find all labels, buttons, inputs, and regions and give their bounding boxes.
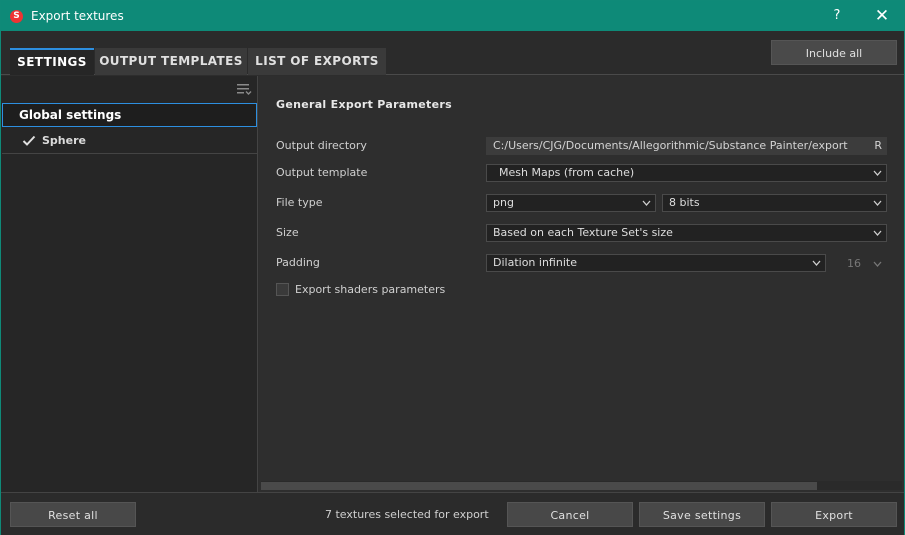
global-settings-item[interactable]: Global settings <box>2 103 257 127</box>
tab-list-of-exports[interactable]: LIST OF EXPORTS <box>248 48 386 75</box>
reset-all-button[interactable]: Reset all <box>10 502 136 527</box>
padding-distance-value[interactable]: 16 <box>847 257 861 270</box>
app-icon-letter: S <box>13 11 20 21</box>
file-format-select[interactable]: png <box>486 194 656 212</box>
texture-set-item-sphere[interactable]: Sphere <box>2 128 257 154</box>
close-button[interactable]: ✕ <box>871 5 893 27</box>
bit-depth-select[interactable]: 8 bits <box>662 194 887 212</box>
export-shaders-label: Export shaders parameters <box>295 283 446 296</box>
footer-bar: Reset all 7 textures selected for export… <box>1 492 904 535</box>
output-directory-value: C:/Users/CJG/Documents/Allegorithmic/Sub… <box>493 139 848 152</box>
global-settings-label: Global settings <box>19 108 122 122</box>
export-textures-window: S Export textures ? ✕ SETTINGS OUTPUT TE… <box>0 0 905 535</box>
check-icon[interactable] <box>22 135 36 147</box>
output-template-select[interactable]: Mesh Maps (from cache) <box>486 164 887 182</box>
chevron-down-icon <box>873 200 882 206</box>
tab-settings[interactable]: SETTINGS <box>10 48 94 75</box>
horizontal-scrollbar-thumb[interactable] <box>261 482 817 490</box>
substance-painter-icon: S <box>10 10 23 23</box>
tab-strip: SETTINGS OUTPUT TEMPLATES LIST OF EXPORT… <box>1 31 904 75</box>
export-button[interactable]: Export <box>771 502 897 527</box>
save-settings-button[interactable]: Save settings <box>639 502 765 527</box>
section-title: General Export Parameters <box>276 98 452 111</box>
size-select[interactable]: Based on each Texture Set's size <box>486 224 887 242</box>
output-directory-label: Output directory <box>276 139 367 152</box>
window-title: Export textures <box>31 9 124 23</box>
export-parameters-panel: General Export Parameters Output directo… <box>259 76 904 492</box>
cancel-button[interactable]: Cancel <box>507 502 633 527</box>
export-status-text: 7 textures selected for export <box>325 508 489 521</box>
help-button[interactable]: ? <box>827 5 847 27</box>
output-template-label: Output template <box>276 166 368 179</box>
title-bar[interactable]: S Export textures ? ✕ <box>1 1 904 31</box>
file-type-label: File type <box>276 196 323 209</box>
chevron-down-icon[interactable] <box>873 260 882 268</box>
export-shaders-checkbox[interactable] <box>276 283 289 296</box>
output-template-value: Mesh Maps (from cache) <box>499 166 635 179</box>
file-format-value: png <box>493 196 514 209</box>
tab-output-templates[interactable]: OUTPUT TEMPLATES <box>95 48 247 75</box>
chevron-down-icon <box>642 200 651 206</box>
size-label: Size <box>276 226 299 239</box>
padding-value: Dilation infinite <box>493 256 577 269</box>
padding-label: Padding <box>276 256 320 269</box>
texture-set-label: Sphere <box>42 134 86 147</box>
bit-depth-value: 8 bits <box>669 196 700 209</box>
list-options-icon[interactable] <box>236 82 252 96</box>
output-directory-trailing: R <box>874 139 882 152</box>
padding-select[interactable]: Dilation infinite <box>486 254 826 272</box>
texture-set-list: Global settings Sphere <box>1 76 258 492</box>
size-value: Based on each Texture Set's size <box>493 226 673 239</box>
include-all-button[interactable]: Include all <box>771 40 897 65</box>
output-directory-field[interactable]: C:/Users/CJG/Documents/Allegorithmic/Sub… <box>486 137 887 155</box>
chevron-down-icon <box>812 260 821 266</box>
chevron-down-icon <box>873 230 882 236</box>
chevron-down-icon <box>873 170 882 176</box>
